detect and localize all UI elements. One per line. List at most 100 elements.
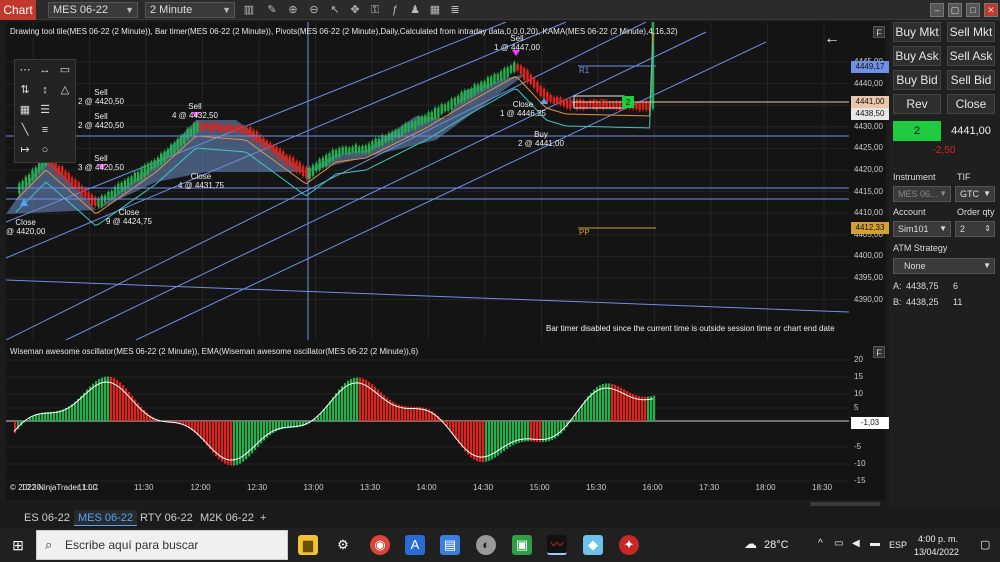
zoom-out-icon[interactable]: ⊖ xyxy=(307,3,321,17)
data-box-icon[interactable]: ▦ xyxy=(428,3,442,17)
rectangle-icon[interactable]: ▭ xyxy=(57,62,73,78)
price-panel[interactable]: Drawing tool tile(MES 06-22 (2 Minute)),… xyxy=(6,22,889,340)
sell-market-button[interactable]: Sell Mkt xyxy=(947,22,995,42)
chevron-down-icon: ▼ xyxy=(983,189,991,198)
sell-bid-button[interactable]: Sell Bid xyxy=(947,70,995,90)
volume-icon[interactable]: ◀ xyxy=(852,538,860,549)
candle-body xyxy=(173,143,176,154)
settings-gear-icon[interactable]: ⚙ xyxy=(333,535,353,555)
properties-icon[interactable]: ≣ xyxy=(448,3,462,17)
list-icon[interactable]: ☰ xyxy=(37,102,53,118)
app-globe-icon[interactable]: ◐ xyxy=(476,535,496,555)
calculator-icon[interactable]: ▤ xyxy=(440,535,460,555)
tab-instrument[interactable]: ES 06-22 xyxy=(20,510,74,526)
order-qty-stepper[interactable]: 2 ⇕ xyxy=(955,221,995,237)
notification-icon[interactable]: ▢ xyxy=(980,538,990,551)
oscillator-canvas[interactable] xyxy=(6,344,849,500)
app-blue-icon[interactable]: ◆ xyxy=(583,535,603,555)
candle-body xyxy=(189,128,193,137)
triangle-icon[interactable]: △ xyxy=(57,82,73,98)
clock-date[interactable]: 13/04/2022 xyxy=(914,547,959,557)
account-select[interactable]: Sim101 ▼ xyxy=(893,221,951,237)
circle-icon[interactable]: ○ xyxy=(37,142,53,158)
bar-chart-style-icon[interactable]: ▥ xyxy=(242,3,256,17)
atm-strategy-select[interactable]: None ▼ xyxy=(893,258,995,274)
candle-body xyxy=(136,171,140,182)
weather-icon[interactable]: ☁ xyxy=(744,536,757,552)
pointer-icon[interactable]: ↖ xyxy=(328,3,342,17)
interval-dropdown[interactable]: 2 Minute ▼ xyxy=(145,2,235,18)
instrument-dropdown[interactable]: MES 06-22 ▼ xyxy=(48,2,138,18)
maximize-button[interactable]: □ xyxy=(966,3,980,17)
close-position-button[interactable]: Close xyxy=(947,94,995,114)
chart-area[interactable]: Drawing tool tile(MES 06-22 (2 Minute)),… xyxy=(6,22,889,500)
strategies-icon[interactable]: ♟ xyxy=(408,3,422,17)
tab-instrument[interactable]: M2K 06-22 xyxy=(196,510,258,526)
oscillator-f-button[interactable]: F xyxy=(873,346,885,358)
atm-strategy-value: None xyxy=(904,261,926,271)
sell-ask-button[interactable]: Sell Ask xyxy=(947,46,995,66)
language-indicator[interactable]: ESP xyxy=(889,540,907,550)
line-icon[interactable]: ╲ xyxy=(17,122,33,138)
tab-instrument[interactable]: MES 06-22 xyxy=(74,510,138,526)
file-explorer-icon[interactable]: ▆ xyxy=(298,535,318,555)
crosshair-icon[interactable]: ✥ xyxy=(348,3,362,17)
tab-instrument[interactable]: RTY 06-22 xyxy=(136,510,197,526)
grid-icon[interactable]: ▦ xyxy=(17,102,33,118)
buy-market-button[interactable]: Buy Mkt xyxy=(893,22,941,42)
arrow-left-icon[interactable]: ← xyxy=(824,30,840,48)
fibonacci-icon[interactable]: ⇅ xyxy=(17,82,33,98)
histogram-bar xyxy=(221,421,224,462)
tif-select[interactable]: GTC ▼ xyxy=(955,186,995,202)
buy-bid-button[interactable]: Buy Bid xyxy=(893,70,941,90)
battery-icon[interactable]: ▬ xyxy=(870,538,880,549)
lock-icon[interactable]: ⚿ xyxy=(368,3,382,17)
panel-f-button[interactable]: F xyxy=(873,26,885,38)
candle-body xyxy=(34,167,37,178)
ray-icon[interactable]: ↦ xyxy=(17,142,33,158)
histogram-bar xyxy=(644,396,647,421)
chevron-up-icon[interactable]: ^ xyxy=(818,538,823,549)
app-red-icon[interactable]: ✦ xyxy=(619,535,639,555)
bid-size: 11 xyxy=(953,297,963,307)
time-axis-label: 11:30 xyxy=(134,483,154,492)
histogram-bar xyxy=(71,404,74,421)
histogram-bar xyxy=(83,392,86,421)
weather-temp[interactable]: 28°C xyxy=(764,539,789,551)
restore-button[interactable]: ▢ xyxy=(948,3,962,17)
time-axis-label: 18:00 xyxy=(755,483,776,492)
price-chart-canvas[interactable] xyxy=(6,22,849,340)
indicators-icon[interactable]: ƒ xyxy=(388,3,402,17)
add-tab-button[interactable]: + xyxy=(256,510,270,526)
draw-line-icon[interactable]: ✎ xyxy=(265,3,279,17)
reverse-button[interactable]: Rev xyxy=(893,94,941,114)
vertical-line-icon[interactable]: ↕ xyxy=(37,82,53,98)
search-icon: ⌕ xyxy=(45,537,53,552)
zoom-in-icon[interactable]: ⊕ xyxy=(286,3,300,17)
horizontal-arrows-icon[interactable]: ↔ xyxy=(37,62,53,78)
taskbar-search[interactable]: ⌕ Escribe aquí para buscar xyxy=(36,530,288,560)
buy-ask-button[interactable]: Buy Ask xyxy=(893,46,941,66)
clock-time[interactable]: 4:00 p. m. xyxy=(918,534,958,544)
time-axis-label: 14:00 xyxy=(416,483,437,492)
instrument-select[interactable]: MES 06... ▼ xyxy=(893,186,951,202)
app-a-icon[interactable]: A xyxy=(405,535,425,555)
account-label: Account xyxy=(893,207,926,217)
chevron-down-icon: ▼ xyxy=(939,224,947,233)
dots-icon[interactable]: ⋯ xyxy=(17,62,33,78)
app-label[interactable]: Chart xyxy=(0,0,36,20)
oscillator-panel[interactable]: Wiseman awesome oscillator(MES 06-22 (2 … xyxy=(6,344,889,500)
candle-body xyxy=(338,148,341,157)
lines-icon[interactable]: ≡ xyxy=(37,122,53,138)
ninjatrader-icon[interactable]: 〰 xyxy=(547,535,567,555)
minimize-button[interactable]: – xyxy=(930,3,944,17)
windows-start-icon[interactable]: ⊞ xyxy=(8,535,28,555)
candle-body xyxy=(457,95,460,104)
close-window-button[interactable]: ✕ xyxy=(984,3,998,17)
candle-body xyxy=(28,174,31,185)
app-green-icon[interactable]: ▣ xyxy=(512,535,532,555)
stepper-icon[interactable]: ⇕ xyxy=(984,222,991,236)
chrome-icon[interactable]: ◉ xyxy=(370,535,390,555)
candle-body xyxy=(232,126,235,132)
network-icon[interactable]: ▭ xyxy=(834,538,843,549)
